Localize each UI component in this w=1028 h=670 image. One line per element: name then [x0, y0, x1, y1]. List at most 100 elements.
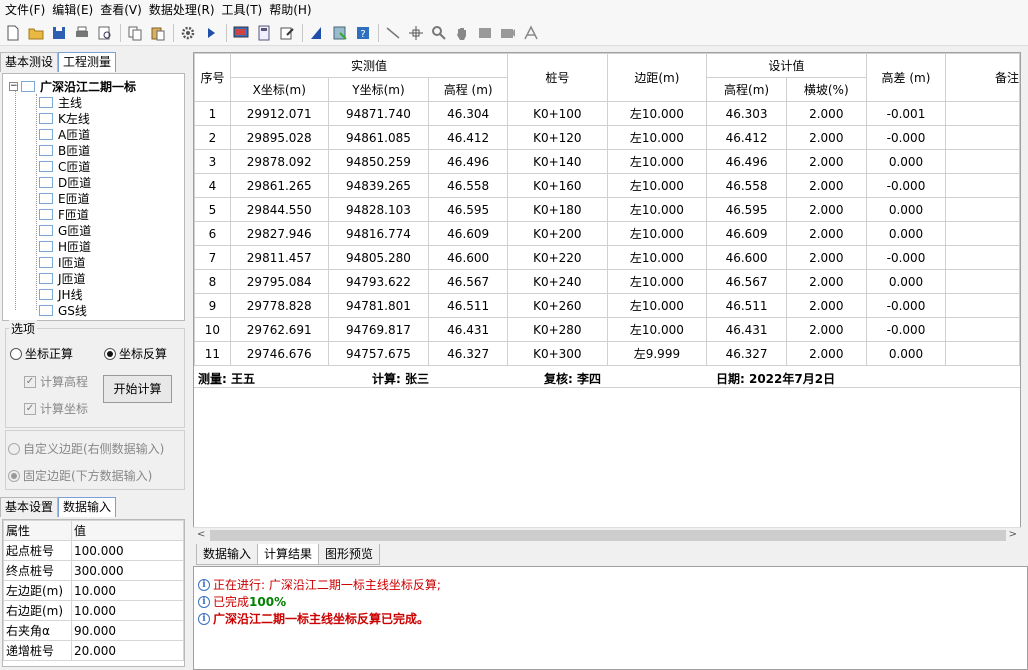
line-tool-icon[interactable] — [383, 23, 403, 43]
table-row[interactable]: 3 29878.092 94850.259 46.496 K0+140 左10.000 46… — [194, 149, 1020, 174]
measure-icon[interactable] — [521, 23, 541, 43]
horizontal-scrollbar[interactable]: < > — [193, 527, 1021, 542]
print-preview-icon[interactable] — [95, 23, 115, 43]
property-value[interactable]: 20.000 — [71, 640, 184, 661]
node-icon — [39, 192, 53, 204]
table-row[interactable]: 6 29827.946 94816.774 46.609 K0+200 左10.000 46… — [194, 221, 1020, 246]
tree-root[interactable]: − 广深沿江二期一标 — [9, 78, 136, 94]
start-calc-button[interactable]: 开始计算 — [103, 375, 172, 403]
tree-item[interactable]: J匝道 — [39, 270, 86, 286]
tab-engineering-survey[interactable]: 工程测量 — [58, 52, 117, 72]
tree-item[interactable]: B匝道 — [39, 142, 90, 158]
radio-forward-calc[interactable]: 坐标正算 — [10, 345, 73, 362]
tab-calc-results[interactable]: 计算结果 — [257, 544, 320, 565]
checkmark-icon[interactable]: ✓ — [24, 402, 36, 415]
checkbox-calc-coord[interactable]: ✓ 计算坐标 — [24, 400, 88, 417]
property-row[interactable]: 起点桩号 100.000 — [3, 540, 184, 561]
tab-data-input-bottom[interactable]: 数据输入 — [196, 544, 259, 565]
table-row[interactable]: 7 29811.457 94805.280 46.600 K0+220 左10.000 46… — [194, 245, 1020, 270]
menu-help[interactable]: 帮助(H) — [266, 0, 315, 20]
paste-icon[interactable] — [148, 23, 168, 43]
tree-item[interactable]: D匝道 — [39, 174, 91, 190]
scroll-right-icon[interactable]: > — [1009, 529, 1017, 540]
radio-circle-selected[interactable] — [104, 347, 116, 360]
collapse-icon[interactable]: − — [9, 81, 18, 91]
screen-icon[interactable] — [231, 23, 251, 43]
table-row[interactable]: 9 29778.828 94781.801 46.511 K0+260 左10.000 46… — [194, 293, 1020, 318]
tab-basic-settings[interactable]: 基本设置 — [0, 497, 59, 517]
tree-item[interactable]: K左线 — [39, 110, 90, 126]
tree-item[interactable]: JH线 — [39, 286, 83, 302]
table-row[interactable]: 4 29861.265 94839.265 46.558 K0+160 左10.000 46… — [194, 173, 1020, 198]
settings-icon[interactable] — [178, 23, 198, 43]
table-cell: 2.000 — [785, 317, 867, 342]
table-cell — [945, 341, 1020, 366]
tree-item[interactable]: H匝道 — [39, 238, 91, 254]
table-row[interactable]: 8 29795.084 94793.622 46.567 K0+240 左10.000 46… — [194, 269, 1020, 294]
table-row[interactable]: 2 29895.028 94861.085 46.412 K0+120 左10.000 46… — [194, 125, 1020, 150]
tree-item[interactable]: F匝道 — [39, 206, 89, 222]
property-row[interactable]: 终点桩号 300.000 — [3, 560, 184, 581]
radio-circle[interactable] — [10, 347, 22, 360]
property-row[interactable]: 右夹角α 90.000 — [3, 620, 184, 641]
table-cell: -0.000 — [865, 173, 947, 198]
menu-file[interactable]: 文件(F) — [2, 0, 49, 20]
open-folder-icon[interactable] — [26, 23, 46, 43]
pan-hand-icon[interactable] — [452, 23, 472, 43]
tree-item-label: K左线 — [58, 111, 90, 126]
property-row[interactable]: 递增桩号 20.000 — [3, 640, 184, 661]
table-row[interactable]: 1 29912.071 94871.740 46.304 K0+100 左10.000 46… — [194, 101, 1020, 126]
property-value[interactable]: 10.000 — [71, 600, 184, 621]
save-icon[interactable] — [49, 23, 69, 43]
property-value[interactable]: 300.000 — [71, 560, 184, 581]
new-file-icon[interactable] — [3, 23, 23, 43]
tab-basic-setting-out[interactable]: 基本测设 — [0, 52, 59, 72]
table-row[interactable]: 10 29762.691 94769.817 46.431 K0+280 左10.000 4… — [194, 317, 1020, 342]
tree-item[interactable]: A匝道 — [39, 126, 90, 142]
tab-data-input[interactable]: 数据输入 — [58, 497, 117, 517]
table-row[interactable]: 5 29844.550 94828.103 46.595 K0+180 左10.000 46… — [194, 197, 1020, 222]
menu-edit[interactable]: 编辑(E) — [49, 0, 97, 20]
radio-circle-selected[interactable] — [8, 469, 20, 482]
zoom-icon[interactable] — [429, 23, 449, 43]
copy-icon[interactable] — [125, 23, 145, 43]
menu-view[interactable]: 查看(V) — [97, 0, 146, 20]
radio-circle[interactable] — [8, 442, 20, 455]
property-row[interactable]: 右边距(m) 10.000 — [3, 600, 184, 621]
checkmark-icon[interactable]: ✓ — [24, 375, 36, 388]
table-row[interactable]: 11 29746.676 94757.675 46.327 K0+300 左9.999 46… — [194, 341, 1020, 366]
rect-icon[interactable] — [475, 23, 495, 43]
tree-item[interactable]: G匝道 — [39, 222, 91, 238]
tree-item[interactable]: GS线 — [39, 302, 87, 318]
scrollbar-thumb[interactable] — [210, 530, 1006, 541]
vertical-scrollbar[interactable] — [1021, 52, 1028, 542]
tree-item[interactable]: E匝道 — [39, 190, 90, 206]
col-offset-header: 边距(m) — [606, 53, 708, 102]
node-icon — [39, 240, 53, 252]
tab-graphic-preview[interactable]: 图形预览 — [318, 544, 381, 565]
property-row[interactable]: 左边距(m) 10.000 — [3, 580, 184, 601]
edit-icon[interactable] — [277, 23, 297, 43]
crosshair-icon[interactable] — [406, 23, 426, 43]
radio-inverse-calc[interactable]: 坐标反算 — [104, 345, 167, 362]
tree-item[interactable]: 主线 — [39, 94, 82, 110]
help-icon[interactable]: ? — [353, 23, 373, 43]
property-value[interactable]: 100.000 — [71, 540, 184, 561]
scroll-left-icon[interactable]: < — [197, 529, 205, 540]
radio-fixed-offset[interactable]: 固定边距(下方数据输入) — [8, 467, 152, 484]
menu-data-processing[interactable]: 数据处理(R) — [146, 0, 219, 20]
property-value[interactable]: 90.000 — [71, 620, 184, 641]
property-value[interactable]: 10.000 — [71, 580, 184, 601]
checkbox-calc-height[interactable]: ✓ 计算高程 — [24, 373, 88, 390]
radio-custom-offset[interactable]: 自定义边距(右侧数据输入) — [8, 440, 164, 457]
chart-icon[interactable] — [307, 23, 327, 43]
custom-offset-label: 自定义边距(右侧数据输入) — [23, 442, 165, 456]
run-icon[interactable] — [201, 23, 221, 43]
calculator-icon[interactable] — [254, 23, 274, 43]
export-icon[interactable] — [330, 23, 350, 43]
tree-item[interactable]: C匝道 — [39, 158, 90, 174]
tree-item[interactable]: I匝道 — [39, 254, 86, 270]
menu-tools[interactable]: 工具(T) — [219, 0, 267, 20]
print-icon[interactable] — [72, 23, 92, 43]
camera-icon[interactable] — [498, 23, 518, 43]
